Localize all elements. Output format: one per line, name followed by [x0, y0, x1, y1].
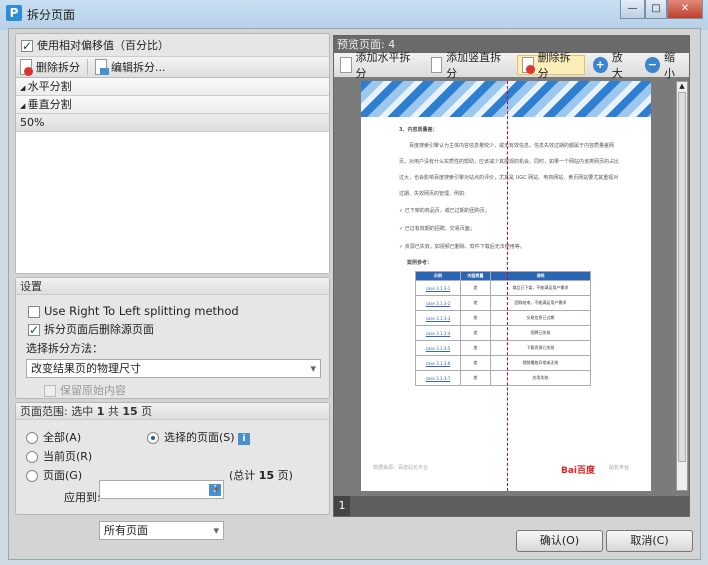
- apply-to-value: 所有页面: [104, 524, 148, 537]
- delete-source-label: 拆分页面后删除源页面: [44, 323, 154, 336]
- preview-page: 3、内容质量差： 百度搜索引擎认为主体内容信息量较少，或无有效信息，信息失效过期…: [361, 81, 651, 491]
- page-footer-left: 数据来源：百度站长平台: [373, 465, 429, 471]
- method-value: 改变结果页的物理尺寸: [31, 362, 141, 375]
- edit-split-button[interactable]: 编辑拆分...: [91, 57, 170, 77]
- delete-source-row[interactable]: ✓ 拆分页面后删除源页面: [16, 318, 329, 337]
- page-strip: 1: [334, 496, 689, 516]
- radio-current[interactable]: 当前页(R): [26, 448, 92, 464]
- edit-split-icon: [95, 59, 109, 75]
- page-content: 3、内容质量差： 百度搜索引擎认为主体内容信息量较少，或无有效信息，信息失效过期…: [361, 117, 651, 386]
- pages-input[interactable]: i: [99, 480, 224, 499]
- add-vertical-split-button[interactable]: 添加竖直拆分: [427, 51, 514, 80]
- zoom-in-icon: +: [592, 57, 608, 73]
- split-group-label: 水平分割: [27, 80, 72, 93]
- use-relative-offset-label: 使用相对偏移值（百分比）: [37, 39, 169, 52]
- method-select[interactable]: 改变结果页的物理尺寸: [26, 359, 321, 378]
- close-button[interactable]: ✕: [667, 0, 703, 19]
- radio-all[interactable]: 全部(A): [26, 429, 81, 445]
- split-group-vertical[interactable]: ◢ 垂直分割: [16, 96, 329, 114]
- baidu-logo: Bai百度: [561, 466, 596, 476]
- maximize-button[interactable]: □: [645, 0, 667, 19]
- horizontal-split-icon: [340, 57, 352, 73]
- rtl-label: Use Right To Left splitting method: [44, 304, 239, 318]
- delete-split-icon: [522, 57, 536, 74]
- radio-pages[interactable]: 页面(G): [26, 467, 82, 483]
- radio-all-label: 全部(A): [43, 431, 82, 444]
- rtl-checkbox[interactable]: [28, 306, 40, 318]
- page-range-panel: 页面范围: 选中 1 共 15 页 全部(A) 选择的页面(S) i 当前页(R…: [15, 402, 330, 540]
- case-table: 示例 内容质量 说明 case 3.1.3-1 差商品已下架，不能满足用户需求 cas…: [414, 271, 592, 386]
- total-pages-text: (总计 15 页): [229, 469, 293, 482]
- apply-to-label: 应用到:: [64, 491, 101, 504]
- splits-toolbar: 删除拆分 编辑拆分...: [16, 56, 329, 78]
- keep-original-checkbox: [44, 385, 56, 397]
- ok-button[interactable]: 确认(O): [516, 530, 603, 552]
- method-label: 选择拆分方法：: [26, 342, 103, 355]
- radio-current-label: 当前页(R): [43, 450, 93, 463]
- keep-original-label: 保留原始内容: [60, 384, 126, 397]
- radio-pages-label: 页面(G): [43, 469, 83, 482]
- delete-split-button[interactable]: 删除拆分: [16, 57, 84, 77]
- splits-panel: ✓ 使用相对偏移值（百分比） 删除拆分 编辑拆分... ◢ 水平分割 ◢ 垂直分割…: [15, 33, 330, 274]
- rtl-row[interactable]: Use Right To Left splitting method: [16, 295, 329, 318]
- use-relative-offset-checkbox[interactable]: ✓: [21, 40, 33, 52]
- add-horizontal-split-button[interactable]: 添加水平拆分: [336, 51, 423, 80]
- apply-to-select[interactable]: 所有页面: [99, 521, 224, 540]
- zoom-in-button[interactable]: + 放大: [589, 51, 637, 80]
- vertical-split-line[interactable]: [507, 81, 508, 491]
- cancel-button[interactable]: 取消(C): [606, 530, 693, 552]
- settings-header: 设置: [16, 278, 329, 295]
- keep-original-row: 保留原始内容: [16, 378, 329, 398]
- window-title: 拆分页面: [27, 8, 76, 22]
- edit-split-label: 编辑拆分...: [111, 61, 166, 74]
- vertical-split-icon: [430, 57, 443, 73]
- preview-panel: 预览页面: 4 添加水平拆分 添加竖直拆分 删除拆分 + 放大 − 缩小 3、内容质…: [333, 35, 690, 517]
- split-group-horizontal[interactable]: ◢ 水平分割: [16, 78, 329, 96]
- app-icon: P: [6, 5, 22, 21]
- delete-split-label: 删除拆分: [36, 61, 80, 74]
- splits-list: ◢ 水平分割 ◢ 垂直分割 50%: [16, 78, 329, 273]
- preview-scrollbar[interactable]: ▲: [676, 81, 688, 491]
- page-header-pattern: [361, 81, 651, 117]
- page-range-header: 页面范围: 选中 1 共 15 页: [16, 403, 329, 420]
- split-group-label: 垂直分割: [27, 98, 72, 111]
- use-relative-offset-row[interactable]: ✓ 使用相对偏移值（百分比）: [16, 34, 329, 56]
- page-thumb-1[interactable]: 1: [334, 496, 350, 516]
- delete-split-preview-button[interactable]: 删除拆分: [517, 51, 585, 80]
- info-icon[interactable]: i: [238, 433, 251, 445]
- radio-selected-label: 选择的页面(S): [164, 431, 235, 444]
- title-bar: P 拆分页面 — □ ✕: [0, 0, 708, 30]
- radio-selected-pages[interactable]: 选择的页面(S) i: [147, 429, 251, 445]
- preview-toolbar: 添加水平拆分 添加竖直拆分 删除拆分 + 放大 − 缩小: [334, 51, 689, 80]
- minimize-button[interactable]: —: [620, 0, 645, 19]
- delete-split-icon: [20, 59, 33, 76]
- split-item-50[interactable]: 50%: [16, 114, 329, 132]
- info-icon[interactable]: i: [209, 484, 221, 496]
- page-footer-right: 站长平台: [609, 465, 630, 471]
- zoom-out-icon: −: [644, 57, 661, 73]
- split-item-label: 50%: [20, 116, 45, 129]
- settings-panel: 设置 Use Right To Left splitting method ✓ 拆…: [15, 277, 330, 399]
- delete-source-checkbox[interactable]: ✓: [28, 324, 40, 336]
- zoom-out-button[interactable]: − 缩小: [641, 51, 689, 80]
